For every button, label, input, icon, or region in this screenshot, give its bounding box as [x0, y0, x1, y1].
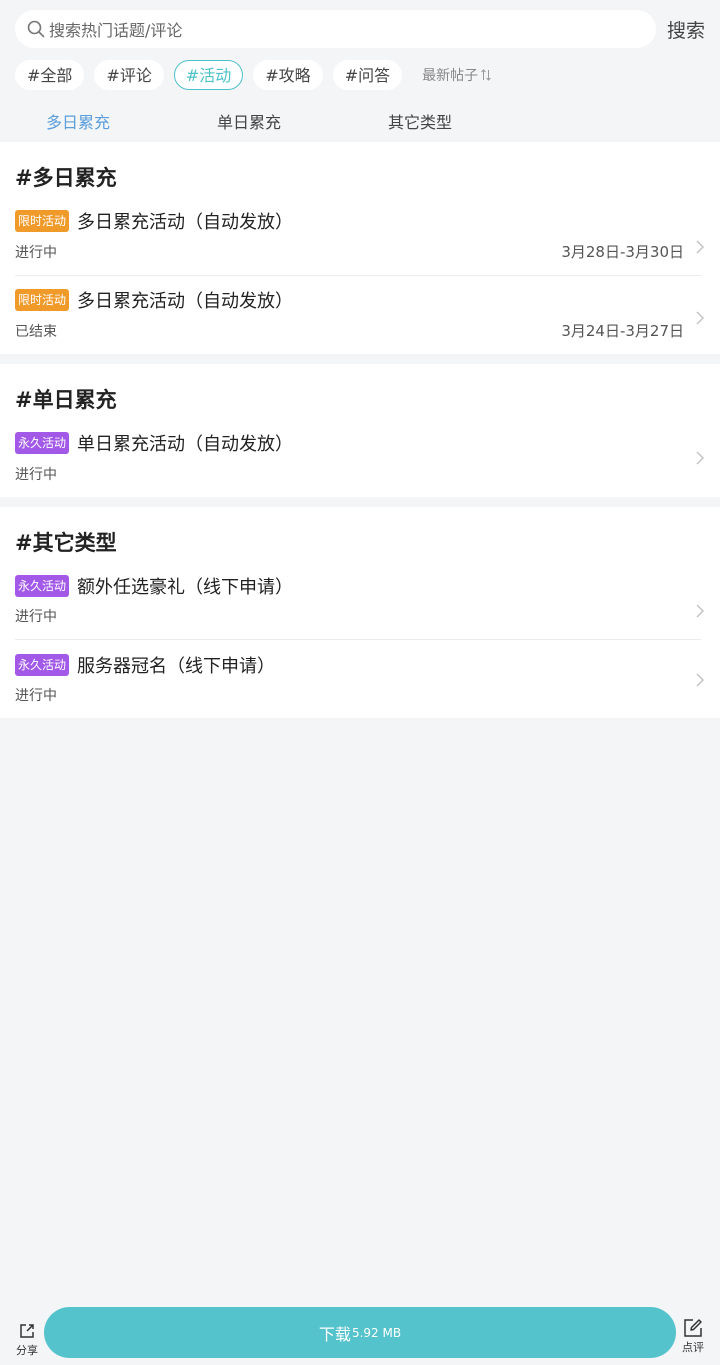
permanent-badge: 永久活动 [15, 575, 70, 597]
chevron-right-icon [696, 673, 705, 687]
activity-item[interactable]: 限时活动 多日累充活动（自动发放） 进行中 3月28日-3月30日 [0, 202, 720, 275]
sort-label: 最新帖子 [422, 68, 479, 84]
divider [15, 639, 701, 640]
review-label: 点评 [682, 1341, 704, 1354]
chip-comments[interactable]: #评论 [94, 60, 164, 90]
activity-date: 3月28日-3月30日 [561, 243, 684, 261]
download-button[interactable]: 下载 5.92 MB [44, 1307, 676, 1358]
topic-filter-chips: #全部 #评论 #活动 #攻略 #问答 最新帖子 [15, 59, 492, 91]
chip-events[interactable]: #活动 [173, 60, 244, 90]
chip-guides[interactable]: #攻略 [253, 60, 323, 90]
chevron-right-icon [696, 604, 705, 618]
top-bar: 搜索热门话题/评论 搜索 #全部 #评论 #活动 #攻略 #问答 最新帖子 多日… [0, 0, 720, 142]
activity-title: 多日累充活动（自动发放） [77, 212, 293, 233]
chevron-right-icon [696, 451, 705, 465]
share-label: 分享 [16, 1344, 38, 1357]
activity-date: 3月24日-3月27日 [561, 322, 684, 340]
tab-other[interactable]: 其它类型 [388, 109, 452, 133]
limited-badge: 限时活动 [15, 289, 70, 311]
search-placeholder: 搜索热门话题/评论 [49, 21, 183, 40]
activity-item[interactable]: 永久活动 服务器冠名（线下申请） 进行中 [0, 646, 720, 718]
activity-item[interactable]: 限时活动 多日累充活动（自动发放） 已结束 3月24日-3月27日 [0, 281, 720, 354]
share-button[interactable]: 分享 [14, 1321, 40, 1358]
activity-status: 进行中 [15, 245, 57, 261]
tab-single-day[interactable]: 单日累充 [217, 109, 281, 133]
search-input[interactable]: 搜索热门话题/评论 [15, 10, 656, 48]
section-other: #其它类型 永久活动 额外任选豪礼（线下申请） 进行中 永久活动 服务器冠名（线… [0, 507, 720, 718]
download-size: 5.92 MB [351, 1325, 402, 1340]
divider [15, 275, 701, 276]
permanent-badge: 永久活动 [15, 654, 70, 676]
permanent-badge: 永久活动 [15, 432, 70, 454]
section-title: #单日累充 [15, 388, 117, 412]
search-button[interactable]: 搜索 [667, 16, 705, 43]
activity-status: 已结束 [15, 324, 57, 340]
tab-multi-day[interactable]: 多日累充 [46, 109, 110, 133]
chevron-right-icon [696, 311, 705, 325]
activity-title: 多日累充活动（自动发放） [77, 291, 293, 312]
activity-status: 进行中 [15, 467, 57, 483]
share-icon [20, 1324, 34, 1338]
section-title: #其它类型 [15, 531, 117, 555]
sort-arrows-icon [481, 69, 491, 81]
activity-title: 服务器冠名（线下申请） [77, 656, 275, 677]
chip-qa[interactable]: #问答 [332, 60, 403, 90]
download-label: 下载 [318, 1324, 351, 1344]
review-button[interactable]: 点评 [680, 1318, 706, 1355]
section-multi-day: #多日累充 限时活动 多日累充活动（自动发放） 进行中 3月28日-3月30日 … [0, 142, 720, 354]
activity-title: 单日累充活动（自动发放） [77, 434, 293, 455]
activity-item[interactable]: 永久活动 额外任选豪礼（线下申请） 进行中 [0, 567, 720, 639]
activity-item[interactable]: 永久活动 单日累充活动（自动发放） 进行中 [0, 424, 720, 497]
edit-icon [684, 1319, 702, 1337]
search-icon [27, 20, 45, 38]
activity-status: 进行中 [15, 609, 57, 625]
limited-badge: 限时活动 [15, 210, 70, 232]
sort-button[interactable]: 最新帖子 [422, 65, 492, 85]
activity-title: 额外任选豪礼（线下申请） [77, 577, 293, 598]
section-title: #多日累充 [15, 166, 117, 190]
chevron-right-icon [696, 240, 705, 254]
chip-all[interactable]: #全部 [15, 60, 85, 90]
category-tabs: 多日累充 单日累充 其它类型 [0, 106, 720, 136]
section-single-day: #单日累充 永久活动 单日累充活动（自动发放） 进行中 [0, 364, 720, 497]
activity-status: 进行中 [15, 688, 57, 704]
bottom-bar: 分享 下载 5.92 MB 点评 [0, 1305, 720, 1365]
